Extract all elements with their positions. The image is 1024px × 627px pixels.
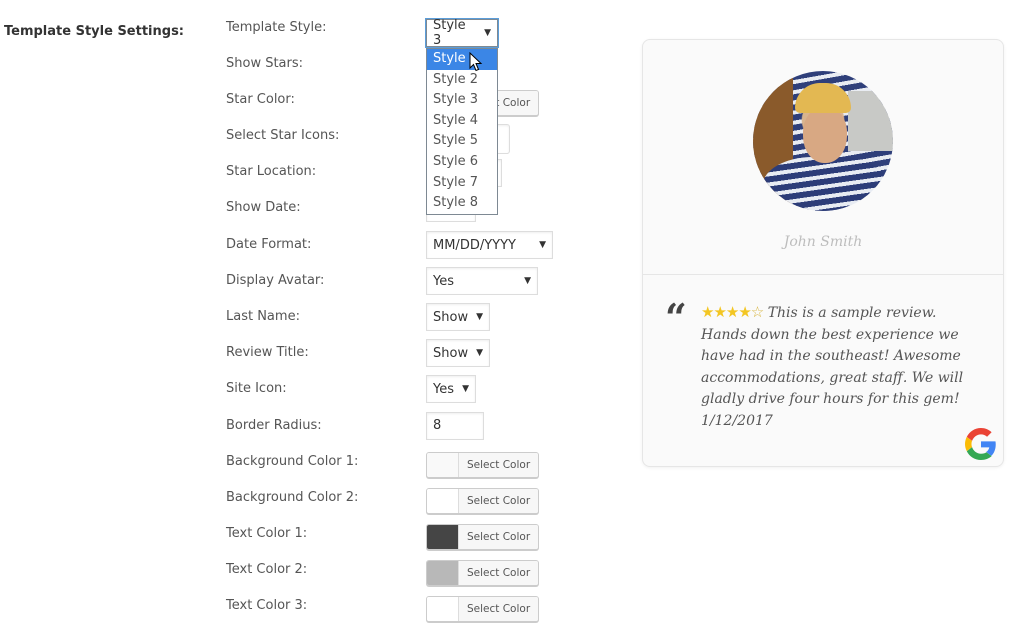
- label-text-color-3: Text Color 3:: [226, 598, 308, 613]
- dropdown-option[interactable]: Style 5: [427, 131, 497, 152]
- row-last-name: Last Name: Show ▼: [226, 303, 626, 339]
- reviewer-avatar: [753, 71, 893, 211]
- row-display-avatar: Display Avatar: Yes ▼: [226, 267, 626, 303]
- row-text-color-1: Text Color 1: Select Color: [226, 524, 626, 556]
- dropdown-option[interactable]: Style 6: [427, 152, 497, 173]
- site-icon-select[interactable]: Yes ▼: [426, 375, 476, 403]
- date-format-select[interactable]: MM/DD/YYYY ▼: [426, 231, 553, 259]
- chevron-down-icon: ▼: [476, 312, 483, 322]
- row-review-title: Review Title: Show ▼: [226, 339, 626, 375]
- chevron-down-icon: ▼: [484, 28, 491, 38]
- select-value: Yes: [433, 273, 454, 289]
- review-date: 1/12/2017: [701, 412, 773, 429]
- review-title-select[interactable]: Show ▼: [426, 339, 490, 367]
- row-site-icon: Site Icon: Yes ▼: [226, 375, 626, 411]
- quote-icon: “: [665, 295, 687, 340]
- select-color-button[interactable]: Select Color: [459, 525, 539, 549]
- google-icon: [965, 428, 996, 460]
- chevron-down-icon: ▼: [539, 240, 546, 250]
- color-swatch: [427, 597, 459, 621]
- dropdown-option[interactable]: Style 3: [427, 90, 497, 111]
- dropdown-option[interactable]: Style: [427, 49, 497, 70]
- color-swatch: [427, 525, 459, 549]
- label-last-name: Last Name:: [226, 309, 300, 324]
- review-preview-card: John Smith “ ★★★★☆ This is a sample revi…: [642, 39, 1004, 467]
- chevron-down-icon: ▼: [476, 348, 483, 358]
- label-review-title: Review Title:: [226, 345, 309, 360]
- label-star-location: Star Location:: [226, 164, 317, 179]
- select-color-button[interactable]: Select Color: [459, 453, 539, 477]
- color-swatch: [427, 489, 459, 513]
- label-select-star-icons: Select Star Icons:: [226, 128, 340, 143]
- dropdown-option[interactable]: Style 2: [427, 70, 497, 91]
- label-template-style: Template Style:: [226, 20, 327, 35]
- reviewer-section: John Smith: [643, 40, 1003, 275]
- star-empty-icon: ☆: [750, 303, 764, 321]
- label-site-icon: Site Icon:: [226, 381, 287, 396]
- dropdown-option[interactable]: Style 8: [427, 193, 497, 214]
- background-color-2-picker[interactable]: Select Color: [426, 488, 540, 514]
- border-radius-input[interactable]: 8: [426, 412, 484, 440]
- label-display-avatar: Display Avatar:: [226, 273, 325, 288]
- dropdown-option[interactable]: Style 4: [427, 111, 497, 132]
- dropdown-option[interactable]: Style 7: [427, 173, 497, 194]
- last-name-select[interactable]: Show ▼: [426, 303, 490, 331]
- star-rating: ★★★★☆: [701, 303, 764, 321]
- star-filled-icons: ★★★★: [701, 303, 752, 321]
- select-value: Show: [433, 309, 469, 325]
- section-title: Template Style Settings:: [4, 24, 185, 39]
- template-style-dropdown-list: Style Style 2 Style 3 Style 4 Style 5 St…: [426, 48, 498, 215]
- label-show-stars: Show Stars:: [226, 56, 304, 71]
- select-color-button[interactable]: Select Color: [459, 489, 539, 513]
- select-value: Yes: [433, 381, 454, 397]
- text-color-2-picker[interactable]: Select Color: [426, 560, 540, 586]
- row-text-color-3: Text Color 3: Select Color: [226, 596, 626, 627]
- mouse-cursor-icon: [469, 52, 483, 72]
- chevron-down-icon: ▼: [462, 384, 469, 394]
- label-show-date: Show Date:: [226, 200, 301, 215]
- chevron-down-icon: ▼: [524, 276, 531, 286]
- select-value: MM/DD/YYYY: [433, 237, 516, 253]
- color-swatch: [427, 453, 459, 477]
- select-value: Show: [433, 345, 469, 361]
- reviewer-name: John Smith: [783, 234, 863, 250]
- label-star-color: Star Color:: [226, 92, 295, 107]
- review-content: “ ★★★★☆ This is a sample review. Hands d…: [665, 298, 985, 432]
- row-background-color-1: Background Color 1: Select Color: [226, 452, 626, 484]
- label-border-radius: Border Radius:: [226, 418, 322, 433]
- template-style-select[interactable]: Style 3 ▼: [426, 18, 498, 48]
- select-color-button[interactable]: Select Color: [459, 597, 539, 621]
- row-template-style: Template Style: Style 3 ▼: [226, 18, 626, 50]
- color-swatch: [427, 561, 459, 585]
- select-value: Style 3: [433, 18, 466, 48]
- row-background-color-2: Background Color 2: Select Color: [226, 488, 626, 520]
- row-date-format: Date Format: MM/DD/YYYY ▼: [226, 231, 626, 267]
- text-color-3-picker[interactable]: Select Color: [426, 596, 540, 622]
- text-color-1-picker[interactable]: Select Color: [426, 524, 540, 550]
- row-text-color-2: Text Color 2: Select Color: [226, 560, 626, 592]
- row-border-radius: Border Radius: 8: [226, 412, 626, 448]
- select-color-button[interactable]: Select Color: [459, 561, 539, 585]
- label-background-color-1: Background Color 1:: [226, 454, 359, 469]
- label-date-format: Date Format:: [226, 237, 312, 252]
- background-color-1-picker[interactable]: Select Color: [426, 452, 540, 478]
- label-text-color-2: Text Color 2:: [226, 562, 308, 577]
- display-avatar-select[interactable]: Yes ▼: [426, 267, 538, 295]
- label-background-color-2: Background Color 2:: [226, 490, 359, 505]
- label-text-color-1: Text Color 1:: [226, 526, 308, 541]
